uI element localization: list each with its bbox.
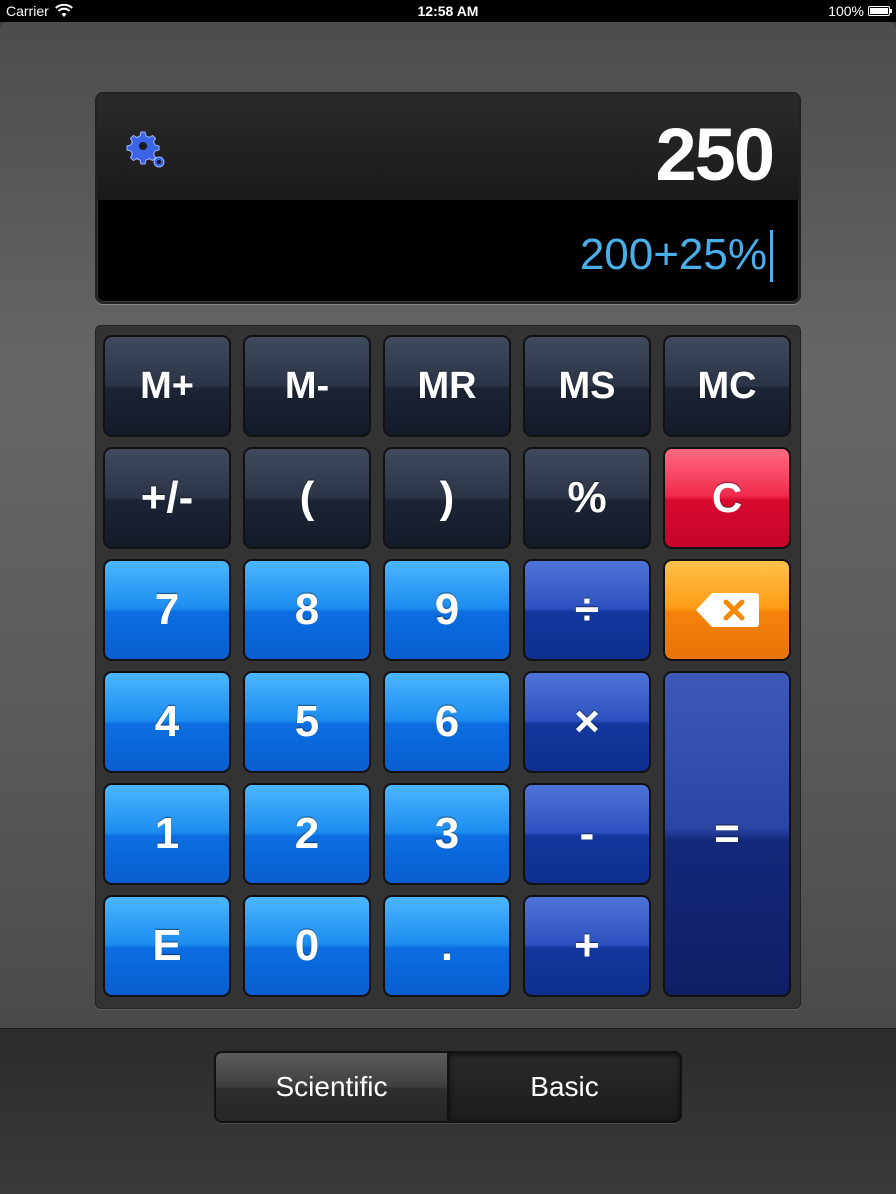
battery-percent: 100%	[828, 3, 864, 19]
add-button[interactable]: +	[523, 895, 651, 997]
status-bar: Carrier 12:58 AM 100%	[0, 0, 896, 22]
mode-bar: Scientific Basic	[0, 1028, 896, 1194]
scientific-mode-tab[interactable]: Scientific	[216, 1053, 449, 1121]
digit-6-button[interactable]: 6	[383, 671, 511, 773]
basic-mode-tab[interactable]: Basic	[449, 1053, 680, 1121]
decimal-point-button[interactable]: .	[383, 895, 511, 997]
exponent-button[interactable]: E	[103, 895, 231, 997]
digit-2-button[interactable]: 2	[243, 783, 371, 885]
settings-gear-icon[interactable]	[125, 128, 169, 172]
plus-minus-button[interactable]: +/-	[103, 447, 231, 549]
equals-button[interactable]: =	[663, 671, 791, 997]
digit-3-button[interactable]: 3	[383, 783, 511, 885]
mode-segmented-control: Scientific Basic	[214, 1051, 682, 1123]
memory-recall-button[interactable]: MR	[383, 335, 511, 437]
multiply-button[interactable]: ×	[523, 671, 651, 773]
backspace-button[interactable]	[663, 559, 791, 661]
digit-7-button[interactable]: 7	[103, 559, 231, 661]
open-paren-button[interactable]: (	[243, 447, 371, 549]
battery-icon	[868, 6, 892, 16]
memory-clear-button[interactable]: MC	[663, 335, 791, 437]
status-time: 12:58 AM	[417, 3, 479, 19]
close-paren-button[interactable]: )	[383, 447, 511, 549]
keypad: M+ M- MR MS MC +/- ( ) % C 7 8 9 ÷ 4 5 6…	[95, 325, 801, 1009]
digit-8-button[interactable]: 8	[243, 559, 371, 661]
digit-0-button[interactable]: 0	[243, 895, 371, 997]
memory-subtract-button[interactable]: M-	[243, 335, 371, 437]
memory-store-button[interactable]: MS	[523, 335, 651, 437]
memory-add-button[interactable]: M+	[103, 335, 231, 437]
clear-button[interactable]: C	[663, 447, 791, 549]
digit-4-button[interactable]: 4	[103, 671, 231, 773]
digit-1-button[interactable]: 1	[103, 783, 231, 885]
expression-input[interactable]: 200+25%	[580, 230, 767, 280]
divide-button[interactable]: ÷	[523, 559, 651, 661]
subtract-button[interactable]: -	[523, 783, 651, 885]
digit-5-button[interactable]: 5	[243, 671, 371, 773]
result-value: 250	[655, 113, 775, 196]
text-caret	[770, 230, 773, 282]
digit-9-button[interactable]: 9	[383, 559, 511, 661]
status-right: 100%	[828, 3, 892, 19]
percent-button[interactable]: %	[523, 447, 651, 549]
backspace-icon	[696, 593, 759, 627]
calculator-display: 250 200+25%	[95, 92, 801, 304]
